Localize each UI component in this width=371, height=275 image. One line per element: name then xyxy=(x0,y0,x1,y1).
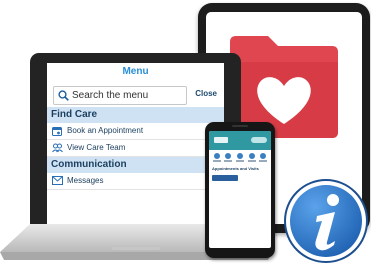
laptop-screen: Menu Search the menu Close Find Care Boo… xyxy=(47,63,224,226)
menu-item-book-appointment[interactable]: Book an Appointment xyxy=(47,123,224,140)
search-input[interactable]: Search the menu xyxy=(53,86,187,105)
section-find-care: Find Care xyxy=(47,107,224,123)
phone-heading: Appointments and Visits xyxy=(212,166,259,171)
phone-header-bar xyxy=(209,131,271,150)
menu-title: Menu xyxy=(122,66,149,77)
phone-speaker xyxy=(232,125,248,127)
phone-nav-icon[interactable] xyxy=(236,153,243,159)
search-icon xyxy=(58,90,69,101)
calendar-icon xyxy=(52,127,62,136)
phone-screen: Appointments and Visits xyxy=(209,131,271,248)
phone-action-button[interactable] xyxy=(212,175,238,181)
section-communication: Communication xyxy=(47,157,224,173)
menu-item-messages[interactable]: Messages xyxy=(47,173,224,190)
menu-item-label: Book an Appointment xyxy=(67,126,144,135)
phone-logo xyxy=(214,137,228,143)
menu-item-label: Messages xyxy=(67,176,104,185)
search-placeholder: Search the menu xyxy=(72,90,149,101)
people-icon xyxy=(52,143,63,153)
phone-nav-icons xyxy=(209,150,271,159)
close-button[interactable]: Close xyxy=(195,89,217,98)
phone-account-pill[interactable] xyxy=(251,137,267,143)
search-row: Search the menu Close xyxy=(47,83,224,107)
menu-item-view-care-team[interactable]: View Care Team xyxy=(47,140,224,157)
info-icon xyxy=(284,179,368,263)
envelope-icon xyxy=(52,176,63,185)
phone-nav-icon[interactable] xyxy=(248,153,255,159)
phone-nav-icon[interactable] xyxy=(213,153,220,159)
menu-item-label: View Care Team xyxy=(67,143,126,152)
phone-device: Appointments and Visits xyxy=(205,122,275,258)
